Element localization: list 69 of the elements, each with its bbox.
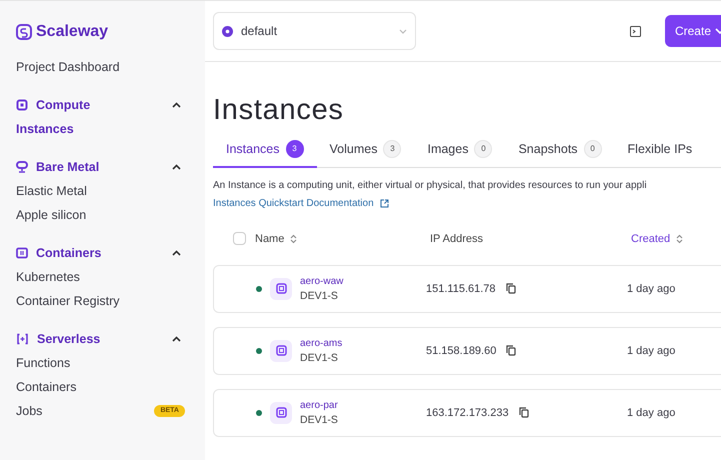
nav-link[interactable]: Containers	[16, 378, 76, 396]
sort-icon[interactable]	[290, 234, 298, 244]
chip-icon	[16, 99, 28, 111]
project-dropdown[interactable]: default	[213, 12, 416, 50]
created-date: 1 day ago	[627, 344, 676, 358]
braces-icon	[16, 333, 29, 345]
tab[interactable]: Flexible IPs	[614, 138, 706, 168]
create-button[interactable]: Create	[664, 15, 721, 47]
instance-icon	[270, 340, 292, 362]
instance-icon	[270, 402, 292, 424]
column-header[interactable]: Name	[255, 230, 284, 247]
ip-address: 151.115.61.78	[426, 282, 496, 296]
created-date: 1 day ago	[627, 406, 676, 420]
copy-icon[interactable]	[506, 345, 516, 356]
terminal-icon[interactable]	[630, 26, 641, 36]
section-header[interactable]: Compute	[36, 96, 164, 114]
nav-link[interactable]: Instances	[16, 120, 74, 138]
nav-link[interactable]: Project Dashboard	[16, 55, 189, 79]
instance-row[interactable]: aero-ams DEV1-S 51.158.189.60 1 day ago	[213, 326, 721, 375]
chevron-down-icon	[399, 28, 407, 34]
count-badge: 3	[383, 140, 402, 158]
column-header[interactable]: Created	[631, 230, 670, 247]
instance-row[interactable]: aero-par DEV1-S 163.172.173.233 1 day ago	[213, 388, 721, 437]
column-header: IP Address	[430, 232, 483, 246]
instance-type: DEV1-S	[300, 288, 339, 303]
nav-link[interactable]: Jobs	[16, 402, 42, 420]
copy-icon[interactable]	[506, 283, 516, 294]
count-badge: 0	[584, 140, 602, 158]
description-text: An Instance is a computing unit, either virtual or physical, that provides resources to run your appli	[213, 178, 648, 193]
external-link-icon[interactable]	[380, 198, 389, 208]
sort-icon[interactable]	[676, 234, 684, 244]
page-title: Instances	[213, 93, 345, 128]
logo-icon	[16, 24, 32, 40]
tab[interactable]: Snapshots 0	[505, 138, 615, 168]
count-badge: 3	[286, 140, 304, 158]
instance-icon	[270, 278, 292, 300]
tab[interactable]: Images 0	[414, 138, 506, 168]
count-badge: 0	[474, 140, 492, 158]
instance-row[interactable]: aero-waw DEV1-S 151.115.61.78 1 day ago	[213, 264, 721, 313]
created-date: 1 day ago	[627, 282, 676, 296]
ip-address: 51.158.189.60	[426, 344, 496, 358]
copy-icon[interactable]	[518, 407, 529, 418]
tab[interactable]: Volumes 3	[316, 138, 414, 168]
section-header[interactable]: Serverless	[37, 330, 164, 348]
monitor-icon	[16, 161, 28, 173]
instance-name[interactable]: aero-waw	[300, 274, 426, 289]
nav-link[interactable]: Functions	[16, 354, 70, 372]
ip-address: 163.172.173.233	[426, 406, 509, 420]
nav-link[interactable]: Kubernetes	[16, 268, 80, 286]
instance-type: DEV1-S	[300, 412, 339, 427]
logo-text: Scaleway	[36, 22, 108, 42]
chevron-up-icon[interactable]	[172, 102, 181, 108]
section-header[interactable]: Containers	[36, 244, 164, 262]
chevron-up-icon[interactable]	[172, 250, 181, 256]
instance-name[interactable]: aero-ams	[300, 336, 426, 351]
instance-name[interactable]: aero-par	[300, 398, 426, 413]
nav-link[interactable]: Elastic Metal	[16, 182, 87, 200]
chevron-up-icon[interactable]	[172, 164, 181, 170]
nav-link[interactable]: Container Registry	[16, 292, 120, 310]
container-icon	[16, 247, 28, 259]
tab[interactable]: Instances 3	[213, 138, 317, 168]
documentation-link[interactable]: Instances Quickstart Documentation	[213, 196, 374, 211]
nav-link[interactable]: Apple silicon	[16, 206, 86, 224]
project-name: default	[241, 23, 278, 40]
instance-type: DEV1-S	[300, 350, 339, 365]
project-icon	[222, 26, 233, 36]
select-all-checkbox[interactable]	[233, 232, 246, 246]
section-header[interactable]: Bare Metal	[36, 158, 164, 176]
chevron-up-icon[interactable]	[172, 336, 181, 342]
